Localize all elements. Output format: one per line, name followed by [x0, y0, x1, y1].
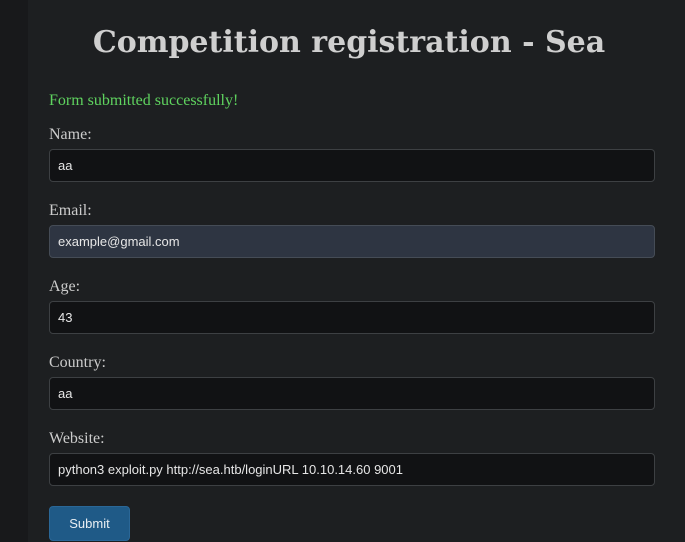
website-label: Website: — [49, 430, 105, 447]
email-label: Email: — [49, 202, 92, 219]
name-label: Name: — [49, 126, 92, 143]
country-input[interactable] — [49, 377, 655, 410]
age-input[interactable] — [49, 301, 655, 334]
submit-button[interactable]: Submit — [49, 506, 130, 541]
form-container: Competition registration - Sea Form subm… — [28, 0, 685, 542]
name-input[interactable] — [49, 149, 655, 182]
age-label: Age: — [49, 278, 81, 295]
page: Competition registration - Sea Form subm… — [0, 0, 685, 542]
country-label: Country: — [49, 354, 106, 371]
page-title: Competition registration - Sea — [92, 25, 606, 60]
success-message: Form submitted successfully! — [49, 92, 239, 109]
email-input[interactable] — [49, 225, 655, 258]
website-input[interactable] — [49, 453, 655, 486]
